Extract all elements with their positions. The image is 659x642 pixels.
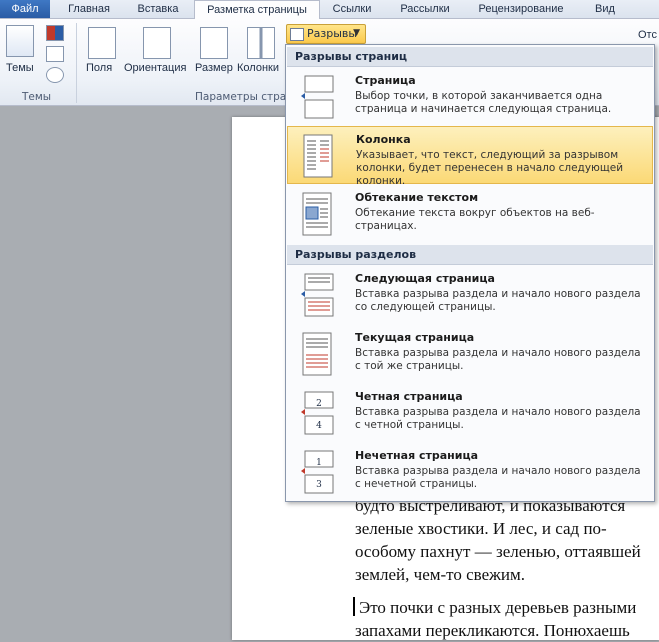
- text-line: зеленые хвостики. И лес, и сад по-: [355, 519, 607, 538]
- page-setup-group-caption: Параметры стран: [195, 91, 294, 103]
- continuous-icon: [302, 332, 332, 376]
- column-break-icon: [303, 134, 333, 178]
- page-breaks-header: Разрывы страниц: [287, 47, 653, 67]
- menu-item-page-break[interactable]: Страница Выбор точки, в которой заканчив…: [287, 68, 653, 126]
- margins-icon[interactable]: [88, 27, 116, 59]
- tab-insert[interactable]: Вставка: [124, 0, 192, 18]
- tab-file[interactable]: Файл: [0, 0, 50, 18]
- theme-effects-icon[interactable]: [46, 67, 64, 83]
- menu-item-desc: Обтекание текста вокруг объектов на веб-…: [355, 207, 595, 232]
- text-cursor: [353, 597, 355, 616]
- columns-icon[interactable]: [247, 27, 275, 59]
- svg-text:4: 4: [316, 421, 322, 431]
- menu-item-next-page[interactable]: Следующая страница Вставка разрыва разде…: [287, 266, 653, 324]
- section-breaks-header: Разрывы разделов: [287, 245, 653, 265]
- themes-label[interactable]: Темы: [6, 62, 34, 74]
- menu-item-title: Обтекание текстом: [355, 191, 479, 204]
- columns-label[interactable]: Колонки: [237, 62, 279, 74]
- menu-item-title: Четная страница: [355, 390, 463, 403]
- tab-home[interactable]: Главная: [56, 0, 122, 18]
- cut-label: Отс: [638, 29, 657, 41]
- margins-label[interactable]: Поля: [86, 62, 112, 74]
- theme-fonts-icon[interactable]: [46, 46, 64, 62]
- page-break-icon: [301, 75, 334, 119]
- tab-review[interactable]: Рецензирование: [466, 0, 576, 18]
- text-line: Это почки с разных деревьев разными: [359, 598, 637, 617]
- size-label[interactable]: Размер: [195, 62, 233, 74]
- text-line: запахами перекликаются. Понюхаешь: [355, 621, 630, 640]
- svg-text:3: 3: [316, 480, 322, 490]
- ribbon-tab-bar: Файл Главная Вставка Разметка страницы С…: [0, 0, 659, 20]
- tab-view[interactable]: Вид: [580, 0, 630, 18]
- menu-item-desc: Вставка разрыва раздела и начало нового …: [355, 347, 641, 372]
- menu-item-desc: Выбор точки, в которой заканчивается одн…: [355, 90, 612, 115]
- menu-item-desc: Вставка разрыва раздела и начало нового …: [355, 406, 641, 431]
- chevron-down-icon: ▼: [353, 28, 360, 38]
- svg-text:2: 2: [316, 399, 322, 409]
- breaks-label: Разрывы: [307, 27, 358, 40]
- svg-text:1: 1: [316, 458, 322, 468]
- menu-item-desc: Указывает, что текст, следующий за разры…: [356, 149, 624, 187]
- menu-item-title: Нечетная страница: [355, 449, 479, 462]
- tab-references[interactable]: Ссылки: [322, 0, 382, 18]
- themes-icon[interactable]: [6, 25, 34, 57]
- odd-page-icon: 1 3: [301, 450, 334, 494]
- menu-item-desc: Вставка разрыва раздела и начало нового …: [355, 288, 641, 313]
- orientation-label[interactable]: Ориентация: [124, 62, 186, 74]
- menu-item-text-wrapping[interactable]: Обтекание текстом Обтекание текста вокру…: [287, 185, 653, 243]
- menu-item-continuous[interactable]: Текущая страница Вставка разрыва раздела…: [287, 325, 653, 383]
- orientation-icon[interactable]: [143, 27, 171, 59]
- even-page-icon: 2 4: [301, 391, 334, 435]
- menu-item-title: Текущая страница: [355, 331, 475, 344]
- text-line: особому пахнут — зеленью, оттаявшей: [355, 542, 641, 561]
- tab-page-layout[interactable]: Разметка страницы: [194, 0, 320, 20]
- paragraph-2[interactable]: Это почки с разных деревьев разными запа…: [355, 596, 655, 642]
- next-page-icon: [301, 273, 334, 317]
- menu-item-even-page[interactable]: 2 4 Четная страница Вставка разрыва разд…: [287, 384, 653, 442]
- menu-item-desc: Вставка разрыва раздела и начало нового …: [355, 465, 641, 490]
- breaks-menu: Разрывы страниц Страница Выбор точки, в …: [285, 44, 655, 502]
- menu-item-title: Колонка: [356, 133, 411, 146]
- menu-item-column-break[interactable]: Колонка Указывает, что текст, следующий …: [287, 126, 653, 187]
- themes-group-caption: Темы: [22, 91, 52, 103]
- menu-item-title: Страница: [355, 74, 416, 87]
- size-icon[interactable]: [200, 27, 228, 59]
- paragraph-1[interactable]: будто выстреливают, и показываются зелен…: [355, 494, 655, 586]
- menu-item-odd-page[interactable]: 1 3 Нечетная страница Вставка разрыва ра…: [287, 443, 653, 501]
- theme-colors-icon[interactable]: [46, 25, 64, 41]
- group-separator: [76, 23, 77, 103]
- breaks-icon: [290, 28, 304, 41]
- tab-mailings[interactable]: Рассылки: [386, 0, 464, 18]
- text-line: землей, чем-то свежим.: [355, 565, 525, 584]
- menu-item-title: Следующая страница: [355, 272, 495, 285]
- breaks-button[interactable]: Разрывы ▼: [286, 24, 366, 44]
- text-wrapping-icon: [302, 192, 332, 236]
